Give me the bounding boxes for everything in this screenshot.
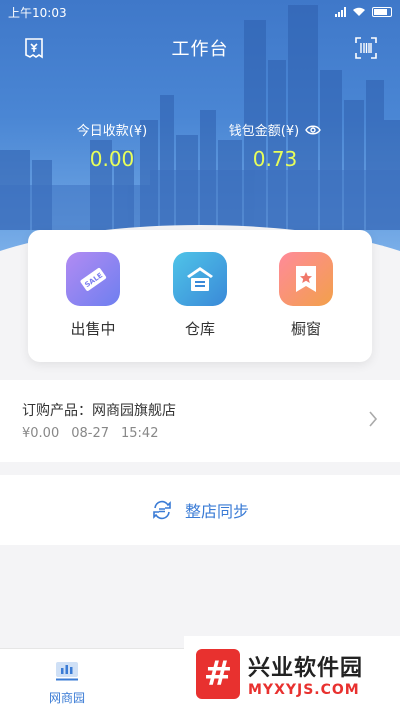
- signal-icon: [335, 7, 346, 17]
- tab-label: 网商园: [48, 691, 85, 705]
- shortcut-showcase[interactable]: 橱窗: [261, 252, 351, 339]
- shortcut-warehouse[interactable]: 仓库: [155, 252, 245, 339]
- sync-label: 整店同步: [184, 502, 249, 521]
- today-income-label: 今日收款(¥): [76, 124, 148, 139]
- shortcut-label: 仓库: [184, 320, 215, 338]
- warehouse-icon: [173, 252, 227, 306]
- sync-button[interactable]: 整店同步: [0, 475, 400, 545]
- shortcut-on-sale[interactable]: SALE 出售中: [48, 252, 138, 339]
- tab-wangshangyuan[interactable]: 网商园: [30, 659, 104, 706]
- shortcut-label: 出售中: [70, 320, 116, 338]
- order-meta: ¥0.00 08-27 15:42: [22, 426, 158, 441]
- wallet-label: 钱包金额(¥): [228, 124, 300, 139]
- today-income-stat: 今日收款(¥) 0.00: [52, 120, 172, 171]
- chevron-right-icon: [369, 411, 378, 427]
- status-time: 上午10:03: [8, 5, 67, 20]
- shortcut-card: SALE 出售中 仓库 橱窗: [28, 230, 372, 362]
- order-price: ¥0.00: [22, 426, 60, 441]
- chart-icon: [56, 662, 78, 681]
- wallet-stat: 钱包金额(¥) 0.73: [210, 120, 340, 171]
- stats-panel: 今日收款(¥) 0.00 钱包金额(¥) 0.73: [0, 120, 400, 180]
- barcode-scan-icon[interactable]: [354, 36, 378, 60]
- status-bar: 上午10:03: [0, 0, 400, 24]
- order-row[interactable]: 订购产品：网商园旗舰店 ¥0.00 08-27 15:42: [0, 380, 400, 462]
- sale-tag-icon: SALE: [66, 252, 120, 306]
- order-time: 15:42: [121, 426, 159, 441]
- wallet-value: 0.73: [252, 147, 298, 171]
- watermark-name: 兴业软件园: [248, 655, 364, 681]
- star-bookmark-icon: [279, 252, 333, 306]
- order-title: 订购产品：网商园旗舰店: [22, 403, 176, 419]
- sync-icon: [153, 500, 171, 520]
- watermark: # 兴业软件园 MYXYJS.COM: [184, 636, 400, 711]
- receipt-icon[interactable]: [22, 36, 46, 60]
- eye-icon[interactable]: [305, 124, 322, 136]
- page-title: 工作台: [171, 39, 229, 60]
- watermark-logo: #: [196, 648, 240, 699]
- wifi-icon: [353, 7, 365, 16]
- battery-icon: [372, 7, 392, 17]
- order-date: 08-27: [71, 426, 109, 441]
- shortcut-label: 橱窗: [290, 320, 321, 338]
- top-bar: 工作台: [0, 28, 400, 68]
- today-income-value: 0.00: [89, 147, 135, 171]
- watermark-domain: MYXYJS.COM: [248, 681, 360, 698]
